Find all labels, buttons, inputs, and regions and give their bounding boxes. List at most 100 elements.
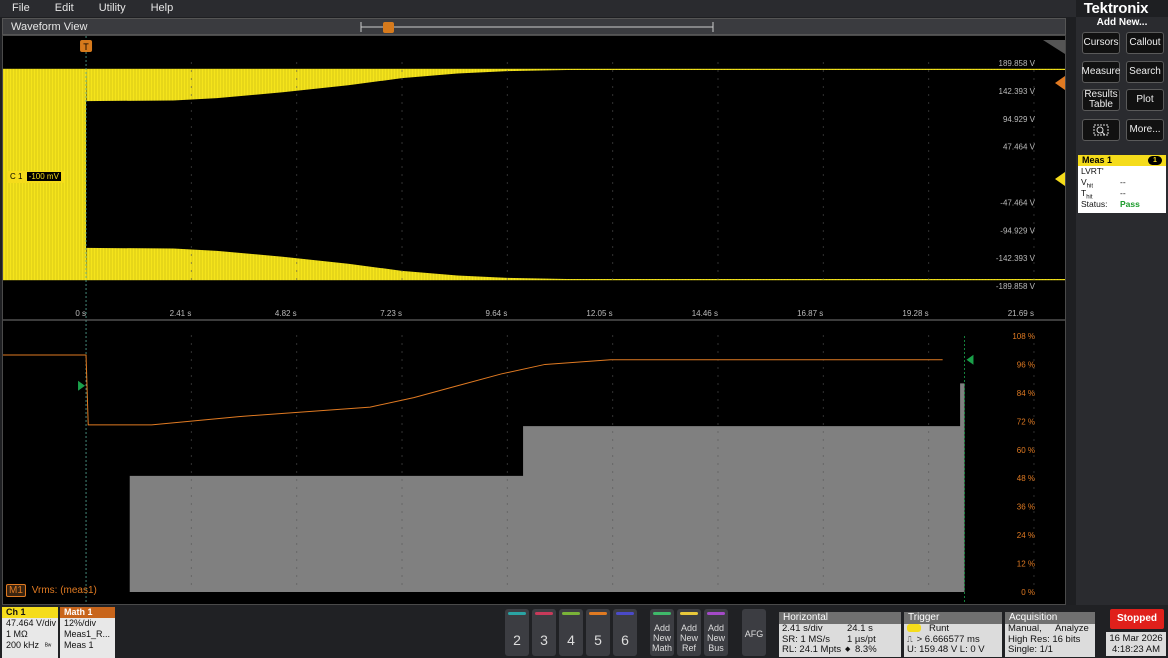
run-stop-status[interactable]: Stopped — [1110, 609, 1164, 629]
upper-y-tick-5: -94.929 V — [1000, 226, 1035, 235]
ch4-label: 4 — [567, 632, 575, 648]
menu-utility[interactable]: Utility — [87, 0, 139, 17]
menu-file[interactable]: File — [0, 0, 43, 17]
add-math-l1: Add — [653, 623, 670, 633]
trigger-marker-label: T — [83, 42, 89, 52]
measure-button[interactable]: Measure — [1082, 61, 1120, 83]
upper-y-tick-6: -142.393 V — [996, 254, 1036, 263]
corner-handle — [1043, 40, 1065, 54]
x-tick-8: 19.28 s — [902, 309, 928, 318]
status-label: Status: — [1081, 199, 1108, 209]
meas1-badge[interactable]: Meas 1 1 LVRT' Vhit -- Thit -- Status: P… — [1078, 155, 1166, 213]
ch1-scale: 47.464 V/div — [6, 618, 57, 628]
add-bus-l1: Add — [707, 623, 724, 633]
m1-expression: Vrms: (meas1) — [31, 585, 97, 596]
x-tick-5: 12.05 s — [586, 309, 612, 318]
x-tick-7: 16.87 s — [797, 309, 823, 318]
bus-color-bar — [707, 612, 725, 615]
horizontal-rl: RL: 24.1 Mpts — [782, 644, 842, 655]
ch4-color-bar — [562, 612, 580, 615]
table-label: Table — [1089, 99, 1113, 110]
thit-value: -- — [1120, 188, 1126, 198]
zoom-button[interactable] — [1082, 119, 1120, 141]
add-new-ref-button[interactable]: Add New Ref — [677, 609, 701, 656]
meas1-title: Meas 1 — [1082, 155, 1113, 165]
acquisition-analyze: Analyze — [1055, 623, 1089, 634]
add-new-math-button[interactable]: Add New Math — [650, 609, 674, 656]
x-tick-2: 4.82 s — [275, 309, 297, 318]
lower-y-tick-6: 36 % — [1017, 503, 1035, 512]
lower-y-tick-5: 48 % — [1017, 474, 1035, 483]
lower-y-tick-4: 60 % — [1017, 446, 1035, 455]
acquisition-mode: Manual, — [1008, 623, 1042, 634]
upper-y-tick-7: -189.858 V — [996, 282, 1036, 291]
ch1-bw-row: 200 kHz ᴮʷ — [2, 640, 58, 652]
ch1-offset: -100 mV — [26, 172, 61, 181]
vhit-value: -- — [1120, 177, 1126, 187]
math1-badge[interactable]: Math 1 12%/div Meas1_R... Meas 1 — [60, 607, 115, 658]
meas1-name: LVRT' — [1081, 166, 1104, 176]
overview-trigger-marker — [383, 22, 394, 33]
zoom-icon — [1093, 124, 1109, 136]
x-tick-1: 2.41 s — [170, 309, 192, 318]
meas1-thit-row: Thit -- — [1078, 188, 1166, 201]
upper-y-tick-1: 142.393 V — [999, 87, 1036, 96]
x-tick-3: 7.23 s — [380, 309, 402, 318]
ch1-badge[interactable]: Ch 1 47.464 V/div 1 MΩ 200 kHz ᴮʷ — [2, 607, 58, 658]
add-ref-l1: Add — [680, 623, 697, 633]
results-table-button[interactable]: Results Table — [1082, 89, 1120, 111]
lower-y-tick-9: 0 % — [1021, 588, 1035, 597]
lower-y-tick-3: 72 % — [1017, 417, 1035, 426]
lower-y-tick-2: 84 % — [1017, 389, 1035, 398]
channel-3-button[interactable]: 3 — [532, 609, 556, 656]
m1-tag: M1 — [6, 584, 26, 597]
menu-edit[interactable]: Edit — [43, 0, 87, 17]
add-bus-l2: New — [706, 633, 725, 643]
ride-through-limit-mask — [129, 383, 965, 592]
trigger-badge[interactable]: Trigger Runt ⎍ > 6.666577 ms U: 159.48 V … — [904, 612, 1002, 657]
meas1-status-row: Status: Pass — [1078, 199, 1166, 210]
bw-limit-icon: ᴮʷ — [45, 643, 52, 650]
ch1-bandwidth: 200 kHz — [6, 640, 40, 650]
math1-scale: 12%/div — [64, 618, 97, 628]
channel-4-button[interactable]: 4 — [559, 609, 583, 656]
add-new-bus-button[interactable]: Add New Bus — [704, 609, 728, 656]
callout-button[interactable]: Callout — [1126, 32, 1164, 54]
channel-6-button[interactable]: 6 — [613, 609, 637, 656]
plot-button[interactable]: Plot — [1126, 89, 1164, 111]
search-button[interactable]: Search — [1126, 61, 1164, 83]
horizontal-badge[interactable]: Horizontal 2.41 s/div 24.1 s SR: 1 MS/s 1 … — [779, 612, 901, 657]
menu-bar: File Edit Utility Help — [0, 0, 1076, 17]
lower-y-tick-0: 108 % — [1012, 332, 1035, 341]
menu-help[interactable]: Help — [139, 0, 187, 17]
x-tick-0: 0 s — [75, 309, 86, 318]
m1-label[interactable]: M1 Vrms: (meas1) — [6, 584, 97, 597]
trigger-levels: U: 159.48 V L: 0 V — [907, 644, 985, 655]
waveform-view-titlebar: Waveform View — [2, 18, 1066, 35]
waveform-view[interactable]: 189.858 V 142.393 V 94.929 V 47.464 V -47.46… — [2, 35, 1066, 605]
x-tick-4: 9.64 s — [486, 309, 508, 318]
status-value: Pass — [1120, 199, 1140, 209]
channel-5-button[interactable]: 5 — [586, 609, 610, 656]
channel-2-button[interactable]: 2 — [505, 609, 529, 656]
more-button[interactable]: More... — [1126, 119, 1164, 141]
meas1-vhit-row: Vhit -- — [1078, 177, 1166, 190]
timeline-overview[interactable] — [3, 19, 1067, 36]
time: 4:18:23 AM — [1111, 644, 1161, 655]
cursors-button[interactable]: Cursors — [1082, 32, 1120, 54]
acquisition-single: Single: 1/1 — [1008, 644, 1053, 655]
meas1-header: Meas 1 1 — [1078, 155, 1166, 166]
date-time: 16 Mar 2026 4:18:23 AM — [1106, 632, 1166, 656]
waveform-plot[interactable]: 189.858 V 142.393 V 94.929 V 47.464 V -47.46… — [3, 36, 1065, 604]
upper-y-tick-3: 47.464 V — [1003, 143, 1036, 152]
upper-y-tick-2: 94.929 V — [1003, 115, 1036, 124]
ch1-handle[interactable]: C 1 -100 mV — [7, 171, 64, 183]
horizontal-sdiv: 2.41 s/div — [782, 623, 823, 634]
ch1-badge-title: Ch 1 — [2, 607, 58, 618]
acquisition-badge[interactable]: Acquisition Manual, Analyze High Res: 16 … — [1005, 612, 1095, 657]
afg-button[interactable]: AFG — [742, 609, 766, 656]
add-math-l3: Math — [651, 643, 672, 653]
trigger-source-icon — [907, 624, 921, 633]
ref-color-bar — [680, 612, 698, 615]
left-gate-marker — [78, 380, 86, 391]
